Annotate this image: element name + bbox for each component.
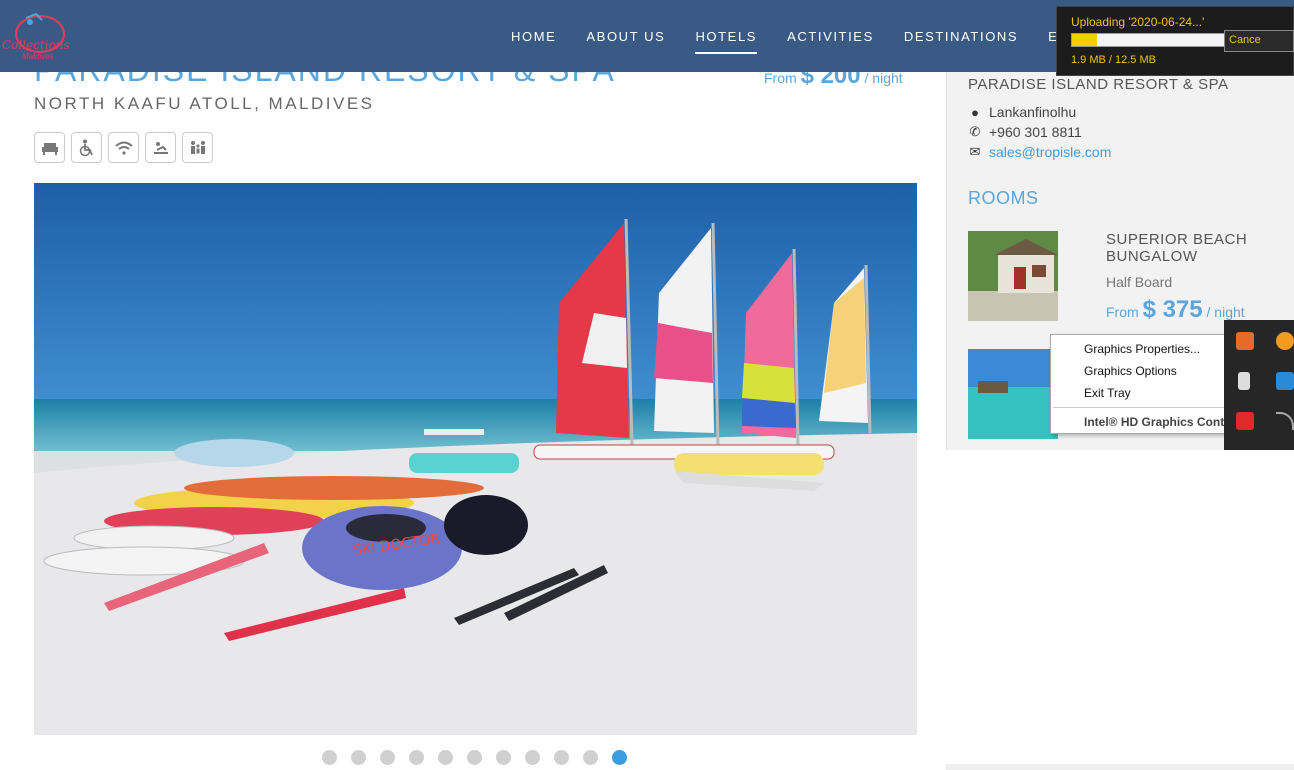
address-text: Lankanfinolhu: [989, 104, 1077, 120]
wifi-tray-icon[interactable]: [1276, 412, 1294, 430]
menu-graphics-properties[interactable]: Graphics Properties...: [1084, 342, 1200, 356]
wheelchair-icon[interactable]: [71, 132, 102, 163]
beach-sailboats-image: SKI DOCTOR: [34, 183, 917, 735]
main-menu: HOME ABOUT US HOTELS ACTIVITIES DESTINAT…: [496, 0, 1073, 72]
carousel-dot[interactable]: [322, 750, 337, 765]
app-tray-icon[interactable]: [1236, 332, 1254, 350]
vlc-tray-icon[interactable]: [1276, 332, 1294, 350]
upload-cancel-button[interactable]: Cance: [1224, 30, 1294, 52]
sidebar-phone: ✆ +960 301 8811: [968, 124, 1082, 140]
email-link[interactable]: sales@tropisle.com: [989, 144, 1111, 160]
nav-hotels[interactable]: HOTELS: [695, 23, 757, 54]
carousel-dot[interactable]: [554, 750, 569, 765]
carousel-dot[interactable]: [496, 750, 511, 765]
carousel-dots: [322, 750, 641, 765]
upload-progress-bar: [1071, 33, 1237, 47]
room-thumbnail-2[interactable]: [968, 349, 1058, 439]
nav-home[interactable]: HOME: [511, 23, 556, 50]
upload-size: 1.9 MB / 12.5 MB: [1071, 54, 1156, 66]
menu-graphics-options[interactable]: Graphics Options: [1084, 364, 1177, 378]
room-name-line2: BUNGALOW: [1106, 248, 1198, 265]
room-price-prefix: From: [1106, 304, 1139, 320]
graphics-tray-context-menu: Graphics Properties... Graphics Options …: [1050, 334, 1230, 434]
sidebar-bottom-edge: [946, 764, 1294, 770]
hotel-photo[interactable]: SKI DOCTOR: [34, 183, 917, 735]
room-price-amount: $ 375: [1142, 296, 1203, 323]
nav-about-us[interactable]: ABOUT US: [586, 23, 665, 50]
phone-text: +960 301 8811: [989, 124, 1082, 140]
site-logo[interactable]: Collections Maldives: [0, 8, 72, 64]
sidebar-email: ✉ sales@tropisle.com: [968, 144, 1112, 160]
carousel-dot[interactable]: [409, 750, 424, 765]
shield-tray-icon[interactable]: [1236, 412, 1254, 430]
sidebar-hotel-title: PARADISE ISLAND RESORT & SPA: [968, 76, 1229, 93]
carousel-dot[interactable]: [583, 750, 598, 765]
network-app-tray-icon[interactable]: [1276, 372, 1294, 390]
menu-intel-graphics[interactable]: Intel® HD Graphics Contr: [1084, 415, 1229, 429]
carousel-dot[interactable]: [467, 750, 482, 765]
bungalow-image: [968, 231, 1058, 321]
pool-villa-image: [968, 349, 1058, 439]
phone-icon: ✆: [969, 124, 981, 139]
nav-destinations[interactable]: DESTINATIONS: [904, 23, 1018, 50]
carousel-dot[interactable]: [380, 750, 395, 765]
carousel-dot[interactable]: [351, 750, 366, 765]
armchair-icon[interactable]: [34, 132, 65, 163]
price-suffix: / night: [864, 70, 903, 86]
envelope-icon: ✉: [969, 144, 981, 159]
usb-tray-icon[interactable]: [1238, 372, 1250, 390]
upload-title: Uploading '2020-06-24...': [1071, 15, 1205, 29]
menu-separator: [1053, 407, 1227, 408]
room-name-line1: SUPERIOR BEACH: [1106, 231, 1248, 248]
logo-subtext: Maldives: [22, 52, 54, 61]
rooms-heading: ROOMS: [968, 188, 1039, 208]
page: Collections Maldives HOME ABOUT US HOTEL…: [0, 0, 1294, 770]
massage-icon[interactable]: [145, 132, 176, 163]
wifi-icon[interactable]: [108, 132, 139, 163]
upload-progress-fill: [1072, 34, 1097, 46]
room-thumbnail[interactable]: [968, 231, 1058, 321]
family-icon[interactable]: [182, 132, 213, 163]
amenity-list: [34, 132, 219, 163]
price-prefix: From: [764, 70, 797, 86]
room-price-suffix: / night: [1206, 304, 1245, 320]
room-board: Half Board: [1106, 274, 1173, 290]
sidebar-address: ● Lankanfinolhu: [968, 104, 1076, 120]
room-name[interactable]: SUPERIOR BEACH BUNGALOW: [1106, 231, 1247, 265]
carousel-dot[interactable]: [525, 750, 540, 765]
logo-text: Collections: [2, 38, 70, 52]
map-pin-icon: ●: [971, 104, 979, 120]
system-tray-overflow: [1224, 320, 1294, 450]
hotel-location: NORTH KAAFU ATOLL, MALDIVES: [34, 94, 375, 113]
nav-activities[interactable]: ACTIVITIES: [787, 23, 874, 50]
menu-exit-tray[interactable]: Exit Tray: [1084, 386, 1131, 400]
carousel-dot[interactable]: [612, 750, 627, 765]
carousel-dot[interactable]: [438, 750, 453, 765]
